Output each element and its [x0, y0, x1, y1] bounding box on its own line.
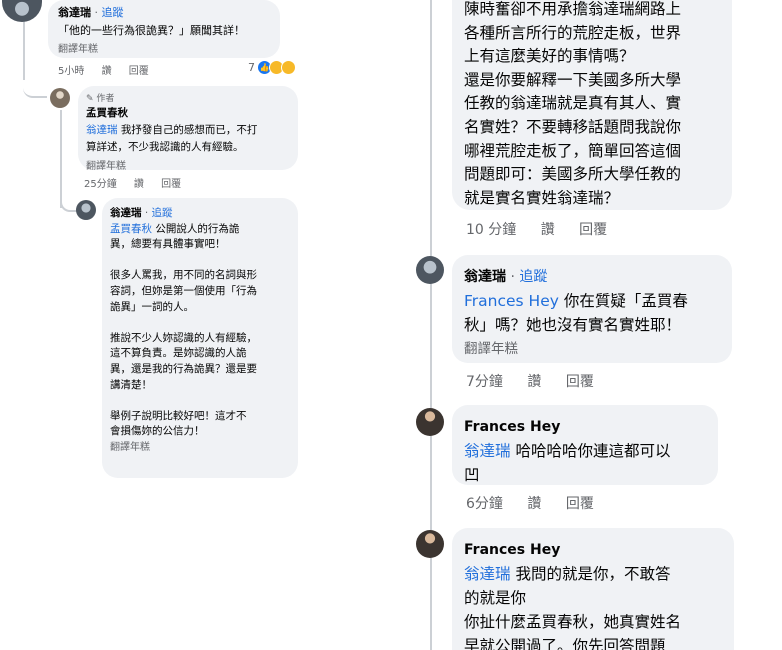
comment-text: 秋」嗎？她也沒有實名實姓耶！ [464, 316, 682, 334]
comment-text: 你扯什麼孟買春秋，她真實姓名 [464, 613, 682, 631]
comment-meta: 6分鐘 讚 回覆 [466, 493, 608, 513]
comment-text: 異，總要有具體事實吧！ [110, 238, 226, 251]
comment-bubble: 翁達瑞 · 追蹤 Frances Hey 你在質疑「孟買春 秋」嗎？她也沒有實名… [452, 255, 732, 363]
reply-button[interactable]: 回覆 [566, 374, 594, 390]
translate-link[interactable]: 翻譯年糕 [110, 440, 290, 456]
separator-dot: · [94, 6, 99, 19]
pencil-icon: ✎ [86, 94, 94, 104]
avatar[interactable] [76, 200, 96, 220]
avatar[interactable] [416, 530, 444, 558]
comment-text: 陳時奮卻不用承擔翁達瑞網路上 [464, 0, 682, 18]
comment-author[interactable]: 孟買春秋 [86, 105, 290, 120]
reaction-summary[interactable]: 7 👍 [248, 60, 296, 75]
comment-bubble: Frances Hey 翁達瑞 我問的就是你，不敢答 的就是你 你扯什麼孟買春秋… [452, 528, 734, 650]
timestamp[interactable]: 25分鐘 [84, 179, 117, 190]
translate-link[interactable]: 翻譯年糕 [58, 40, 270, 55]
comment-text: 凹 [464, 466, 480, 484]
reaction-count: 7 [248, 61, 255, 74]
timestamp[interactable]: 7分鐘 [466, 374, 503, 390]
comment-text: 容詞，但妳是第一個使用「行為 [110, 284, 257, 297]
comment-text: 推說不少人妳認識的人有經驗， [110, 331, 257, 344]
comment-text: 就是實名實姓翁達瑞？ [464, 188, 620, 207]
comment-text: 「他的一些行為很詭異？」願聞其詳！ [58, 24, 245, 37]
comment-text: 異，還是我的行為詭異？還是要 [110, 362, 257, 375]
comment-text: 舉例子說明比較好吧！這才不 [110, 409, 247, 422]
avatar[interactable] [416, 256, 444, 284]
wow-icon [281, 60, 296, 75]
like-button[interactable]: 讚 [527, 496, 541, 512]
reply-button[interactable]: 回覆 [566, 496, 594, 512]
follow-link[interactable]: 追蹤 [519, 269, 547, 285]
like-button[interactable]: 讚 [541, 222, 555, 238]
comment-text: 早就公開過了。你先回答問題 [464, 637, 666, 650]
comment-text: 我問的就是你，不敢答 [510, 565, 671, 583]
comment-author[interactable]: Frances Hey [464, 538, 722, 562]
comment-bubble: 陳時奮卻不用承擔翁達瑞網路上 各種所言所行的荒腔走板，世界 上有這麼美好的事情嗎… [452, 0, 732, 210]
avatar[interactable] [2, 0, 42, 22]
comment-bubble: ✎ 作者 孟買春秋 翁達瑞 我抒發自己的感想而已，不打 算詳述，不少我認識的人有… [78, 86, 298, 172]
comment-text: 各種所言所行的荒腔走板，世界 [464, 23, 682, 42]
comment-text: 這不算負責。是妳認識的人詭 [110, 347, 247, 360]
reply-button[interactable]: 回覆 [129, 66, 149, 77]
like-button[interactable]: 讚 [102, 66, 112, 77]
thread-connector [23, 60, 47, 98]
like-button[interactable]: 讚 [134, 179, 144, 190]
mention-link[interactable]: Frances Hey [464, 292, 559, 310]
comment-author[interactable]: 翁達瑞 [464, 269, 506, 285]
follow-link[interactable]: 追蹤 [152, 207, 173, 219]
reply-button[interactable]: 回覆 [579, 222, 607, 238]
translate-link[interactable]: 翻譯年糕 [464, 337, 720, 361]
comment-text: 任教的翁達瑞就是真有其人、實 [464, 94, 682, 113]
comment-text: 你在質疑「孟買春 [558, 292, 688, 310]
comment-text: 名實姓？不要轉移話題問我說你 [464, 117, 682, 136]
mention-link[interactable]: 翁達瑞 [464, 442, 511, 460]
left-comment-screenshot: 翁達瑞 · 追蹤 「他的一些行為很詭異？」願聞其詳！ 翻譯年糕 5小時 讚 回覆… [0, 0, 312, 478]
comment-meta: 25分鐘 讚 回覆 [84, 175, 195, 190]
avatar[interactable] [50, 88, 70, 108]
separator-dot: · [144, 207, 149, 219]
author-badge: 作者 [96, 94, 115, 104]
mention-link[interactable]: 翁達瑞 [86, 124, 118, 136]
comment-meta: 10 分鐘 讚 回覆 [466, 219, 621, 239]
comment-text: 講清楚！ [110, 378, 152, 391]
comment-text: 算詳述，不少我認識的人有經驗。 [86, 141, 244, 153]
comment-text: 問題即可：美國多所大學任教的 [464, 165, 682, 184]
comment-author[interactable]: Frances Hey [464, 415, 706, 439]
translate-link[interactable]: 翻譯年糕 [86, 157, 290, 172]
comment-text: 的就是你 [464, 589, 527, 607]
comment-text: 公開說人的行為詭 [152, 222, 240, 235]
comment-meta: 7分鐘 讚 回覆 [466, 371, 608, 391]
comment-author[interactable]: 翁達瑞 [58, 6, 91, 19]
comment-meta: 5小時 讚 回覆 [58, 62, 163, 77]
timestamp[interactable]: 5小時 [58, 66, 84, 77]
follow-link[interactable]: 追蹤 [102, 6, 124, 19]
avatar[interactable] [416, 408, 444, 436]
separator-dot: · [510, 269, 515, 285]
comment-text: 很多人罵我，用不同的名詞與形 [110, 269, 257, 282]
comment-text: 哪裡荒腔走板了，簡單回答這個 [464, 141, 682, 160]
comment-bubble: 翁達瑞 · 追蹤 孟買春秋 公開說人的行為詭 異，總要有具體事實吧！ 很多人罵我… [102, 198, 298, 478]
comment-text: 會損傷妳的公信力！ [110, 425, 205, 438]
comment-text: 哈哈哈哈你連這都可以 [510, 442, 671, 460]
comment-author[interactable]: 翁達瑞 [110, 207, 142, 219]
comment-text: 我抒發自己的感想而已，不打 [117, 124, 258, 136]
comment-text: 上有這麼美好的事情嗎？ [464, 47, 635, 66]
timestamp[interactable]: 6分鐘 [466, 496, 503, 512]
like-button[interactable]: 讚 [527, 374, 541, 390]
mention-link[interactable]: 孟買春秋 [110, 223, 152, 235]
timestamp[interactable]: 10 分鐘 [466, 222, 516, 238]
right-comment-screenshot: 陳時奮卻不用承擔翁達瑞網路上 各種所言所行的荒腔走板，世界 上有這麼美好的事情嗎… [392, 0, 782, 650]
comment-bubble: Frances Hey 翁達瑞 哈哈哈哈你連這都可以 凹 [452, 405, 718, 485]
comment-bubble: 翁達瑞 · 追蹤 「他的一些行為很詭異？」願聞其詳！ 翻譯年糕 [48, 0, 280, 58]
reply-button[interactable]: 回覆 [161, 179, 181, 190]
mention-link[interactable]: 翁達瑞 [464, 565, 511, 583]
comment-text: 還是你要解釋一下美國多所大學 [464, 70, 682, 89]
comment-text: 詭異」一詞的人。 [110, 300, 194, 313]
